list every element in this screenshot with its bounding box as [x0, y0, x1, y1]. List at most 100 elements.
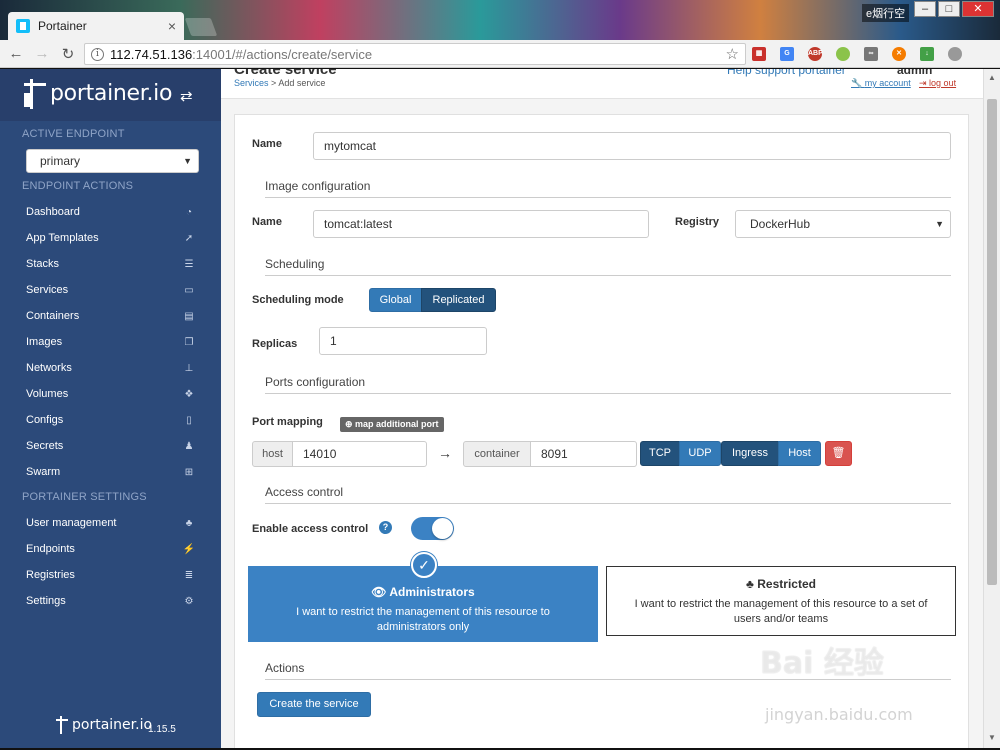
clone-icon: ❐: [184, 336, 194, 348]
logout-link[interactable]: ⇥ log out: [919, 78, 956, 89]
new-tab-button[interactable]: [184, 18, 218, 36]
info-icon[interactable]: i: [91, 47, 104, 61]
mode-ingress-button[interactable]: Ingress: [721, 441, 779, 466]
url-input[interactable]: i 112.74.51.136 :14001/#/actions/create/…: [84, 43, 746, 65]
bookmark-star-icon[interactable]: ☆: [726, 45, 739, 63]
scroll-down-icon[interactable]: ▼: [988, 733, 996, 742]
tab-close-icon[interactable]: ×: [168, 18, 176, 34]
maximize-icon[interactable]: □: [938, 1, 960, 17]
portainer-logo[interactable]: portainer.io: [24, 77, 172, 109]
section-title: Access control: [265, 485, 344, 499]
back-icon[interactable]: ←: [6, 45, 26, 62]
minimize-icon[interactable]: –: [914, 1, 936, 17]
file-code-icon: ▯: [186, 414, 192, 426]
rocket-icon: ➚: [184, 232, 194, 244]
mode-replicated-button[interactable]: Replicated: [421, 288, 496, 312]
baidu-watermark-url: jingyan.baidu.com: [765, 705, 913, 724]
trash-icon: 🗑: [831, 447, 846, 459]
sidebar-item-label: Secrets: [26, 440, 64, 452]
sidebar-item-label: User management: [26, 517, 117, 529]
window-close-icon[interactable]: ✕: [962, 1, 994, 17]
host-addon: host: [252, 441, 293, 467]
sidebar-item-endpoints[interactable]: Endpoints ⚡: [26, 539, 196, 559]
remove-port-button[interactable]: 🗑: [825, 441, 852, 466]
scroll-thumb[interactable]: [987, 99, 997, 585]
map-additional-port-button[interactable]: ⊕ map additional port: [340, 417, 444, 432]
reload-icon[interactable]: ↻: [58, 45, 78, 63]
crane-icon: [24, 77, 46, 109]
database-icon: ≣: [184, 569, 194, 581]
sidebar-item-label: Dashboard: [26, 206, 80, 218]
red-grid-icon[interactable]: ▦: [752, 47, 766, 61]
image-input[interactable]: tomcat:latest: [313, 210, 649, 238]
sidebar-item-containers[interactable]: Containers ▤: [26, 306, 196, 326]
glasses-icon[interactable]: ∞: [864, 47, 878, 61]
scrollbar[interactable]: ▲ ▼: [983, 69, 1000, 748]
sidebar-item-swarm[interactable]: Swarm ⊞: [26, 462, 196, 482]
breadcrumb-services-link[interactable]: Services: [234, 78, 269, 88]
protocol-tcp-button[interactable]: TCP: [640, 441, 680, 466]
orange-x-icon[interactable]: ✕: [892, 47, 906, 61]
restricted-description: I want to restrict the management of thi…: [634, 598, 928, 625]
sidebar-toggle-icon[interactable]: ⇄: [180, 87, 193, 105]
sidebar-item-label: App Templates: [26, 232, 99, 244]
globe-icon[interactable]: [948, 47, 962, 61]
help-support-link[interactable]: Help support portainer: [727, 69, 846, 77]
cogs-icon: ⚙: [184, 595, 194, 607]
my-account-link[interactable]: 🔧 my account: [851, 78, 911, 89]
sidebar-item-label: Networks: [26, 362, 72, 374]
section-title: Ports configuration: [265, 375, 366, 389]
access-control-toggle[interactable]: [411, 517, 454, 540]
registry-select[interactable]: DockerHub ▼: [735, 210, 951, 238]
sidebar-item-services[interactable]: Services ▭: [26, 280, 196, 300]
sidebar-item-networks[interactable]: Networks ⊥: [26, 358, 196, 378]
sidebar-item-dashboard[interactable]: Dashboard ◔: [26, 202, 196, 222]
sidebar-item-user-management[interactable]: User management ♣: [26, 513, 196, 533]
create-service-button[interactable]: Create the service: [257, 692, 371, 717]
scroll-up-icon[interactable]: ▲: [988, 73, 996, 82]
port-mapping-label: Port mapping: [252, 416, 323, 428]
protocol-udp-button[interactable]: UDP: [679, 441, 721, 466]
endpoint-select-value: primary: [40, 154, 81, 168]
service-name-input[interactable]: mytomcat: [313, 132, 951, 160]
abp-icon[interactable]: ABP: [808, 47, 823, 61]
question-circle-icon[interactable]: ?: [379, 521, 392, 534]
portainer-favicon-icon: [16, 19, 30, 33]
section-title: Image configuration: [265, 179, 371, 193]
list-icon: ☰: [184, 258, 194, 270]
sidebar-item-app-templates[interactable]: App Templates ➚: [26, 228, 196, 248]
browser-tab[interactable]: Portainer ×: [8, 12, 184, 40]
sidebar-item-configs[interactable]: Configs ▯: [26, 410, 196, 430]
sidebar-item-settings[interactable]: Settings ⚙: [26, 591, 196, 611]
sidebar-item-label: Services: [26, 284, 69, 296]
cubes-icon: ❖: [184, 388, 194, 400]
translate-icon[interactable]: G: [780, 47, 794, 61]
mode-global-button[interactable]: Global: [369, 288, 422, 312]
sidebar-item-label: Volumes: [26, 388, 69, 400]
access-restricted-option[interactable]: ♣ Restricted I want to restrict the mana…: [606, 566, 956, 636]
image-configuration-section: Image configuration: [265, 179, 951, 198]
access-control-section: Access control: [265, 485, 951, 504]
endpoint-select[interactable]: primary ▼: [26, 149, 199, 173]
page-title: Create service: [234, 69, 337, 78]
forward-icon[interactable]: →: [32, 45, 52, 62]
green-download-icon[interactable]: ↓: [920, 47, 934, 61]
url-host: 112.74.51.136: [110, 46, 193, 62]
container-port-input[interactable]: 8091: [530, 441, 637, 467]
sidebar-item-images[interactable]: Images ❐: [26, 332, 196, 352]
sidebar-item-label: Containers: [26, 310, 80, 322]
breadcrumb-current: Add service: [278, 78, 326, 88]
sidebar-item-stacks[interactable]: Stacks ☰: [26, 254, 196, 274]
portainer-settings-heading: PORTAINER SETTINGS: [22, 491, 147, 503]
sidebar-item-secrets[interactable]: Secrets ♟: [26, 436, 196, 456]
administrators-description: I want to restrict the management of thi…: [296, 606, 550, 633]
replicas-input[interactable]: 1: [319, 327, 487, 355]
host-port-input[interactable]: 14010: [292, 441, 427, 467]
sidebar-brand: portainer.io ⇄: [0, 69, 221, 121]
object-group-icon: ⊞: [184, 466, 194, 478]
mode-host-button[interactable]: Host: [778, 441, 821, 466]
service-name-label: Name: [252, 138, 282, 150]
sidebar-item-registries[interactable]: Registries ≣: [26, 565, 196, 585]
green-circle-icon[interactable]: [836, 47, 850, 61]
sidebar-item-volumes[interactable]: Volumes ❖: [26, 384, 196, 404]
